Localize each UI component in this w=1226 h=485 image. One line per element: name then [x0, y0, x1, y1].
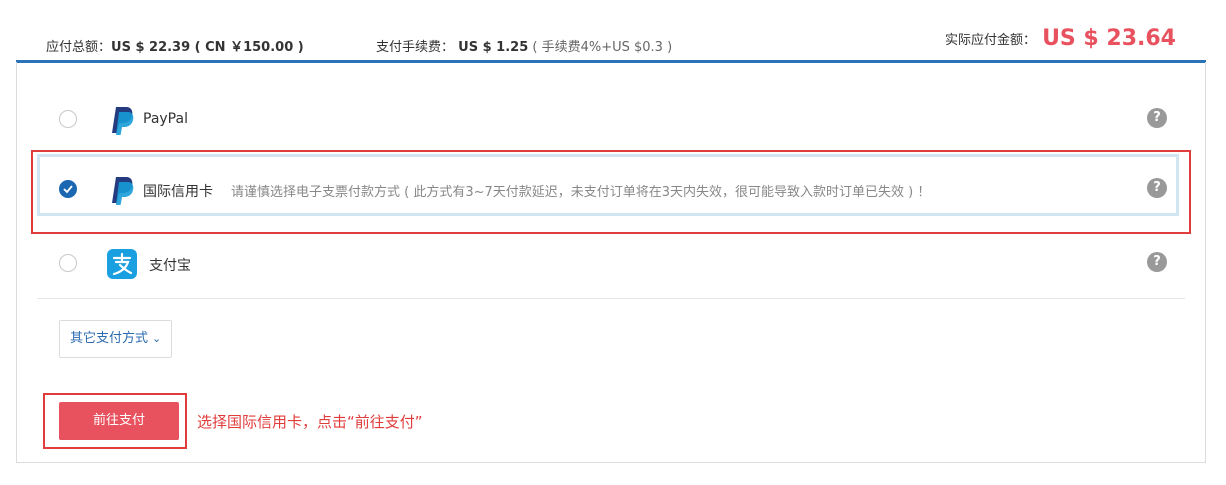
- other-methods-label: 其它支付方式: [70, 331, 149, 346]
- paypal-label: PayPal: [143, 111, 188, 127]
- other-payment-methods-dropdown[interactable]: 其它支付方式 ⌄: [59, 320, 173, 358]
- paypal-icon: [107, 105, 137, 135]
- alipay-label: 支付宝: [149, 258, 191, 274]
- help-icon[interactable]: ?: [1147, 178, 1167, 198]
- radio-paypal[interactable]: [59, 110, 77, 128]
- divider: [37, 298, 1185, 299]
- fee-amount: 支付手续费： US $ 1.25 ( 手续费4%+US $0.3 ): [376, 36, 672, 55]
- payment-option-paypal[interactable]: PayPal ?: [37, 90, 1185, 150]
- payment-option-credit-card[interactable]: 国际信用卡 请谨慎选择电子支票付款方式 ( 此方式有3~7天付款延迟，未支付订单…: [37, 154, 1185, 220]
- total-amount: 应付总额：US $ 22.39 ( CN ￥150.00 ): [46, 36, 304, 55]
- paypal-icon: [107, 175, 137, 205]
- payment-summary-bar: 应付总额：US $ 22.39 ( CN ￥150.00 ) 支付手续费： US…: [16, 22, 1206, 63]
- radio-alipay[interactable]: [59, 254, 77, 272]
- payment-method-panel: PayPal ? 国际信用卡 请谨慎选择电子支票付款方式 ( 此方式有3~7天付…: [16, 62, 1206, 463]
- credit-card-warning: 请谨慎选择电子支票付款方式 ( 此方式有3~7天付款延迟，未支付订单将在3天内失…: [231, 185, 931, 200]
- actual-label: 实际应付金额：: [945, 33, 1037, 48]
- annotation-hint: 选择国际信用卡，点击“前往支付”: [197, 413, 423, 431]
- actual-value: US $ 23.64: [1042, 26, 1176, 51]
- chevron-down-icon: ⌄: [152, 332, 162, 345]
- total-label: 应付总额：: [46, 40, 112, 55]
- credit-card-label: 国际信用卡: [143, 184, 213, 200]
- alipay-icon: [107, 249, 137, 279]
- fee-note: ( 手续费4%+US $0.3 ): [532, 40, 673, 55]
- total-value: US $ 22.39 ( CN ￥150.00 ): [111, 40, 304, 55]
- checkmark-icon: [63, 185, 73, 194]
- radio-credit-card[interactable]: [59, 180, 77, 198]
- fee-value: US $ 1.25: [458, 40, 529, 55]
- actual-amount: 实际应付金额： US $ 23.64: [945, 26, 1176, 51]
- payment-option-alipay[interactable]: 支付宝 ?: [37, 234, 1185, 294]
- help-icon[interactable]: ?: [1147, 252, 1167, 272]
- go-to-pay-button[interactable]: 前往支付: [59, 402, 179, 440]
- help-icon[interactable]: ?: [1147, 108, 1167, 128]
- fee-label: 支付手续费：: [376, 40, 455, 55]
